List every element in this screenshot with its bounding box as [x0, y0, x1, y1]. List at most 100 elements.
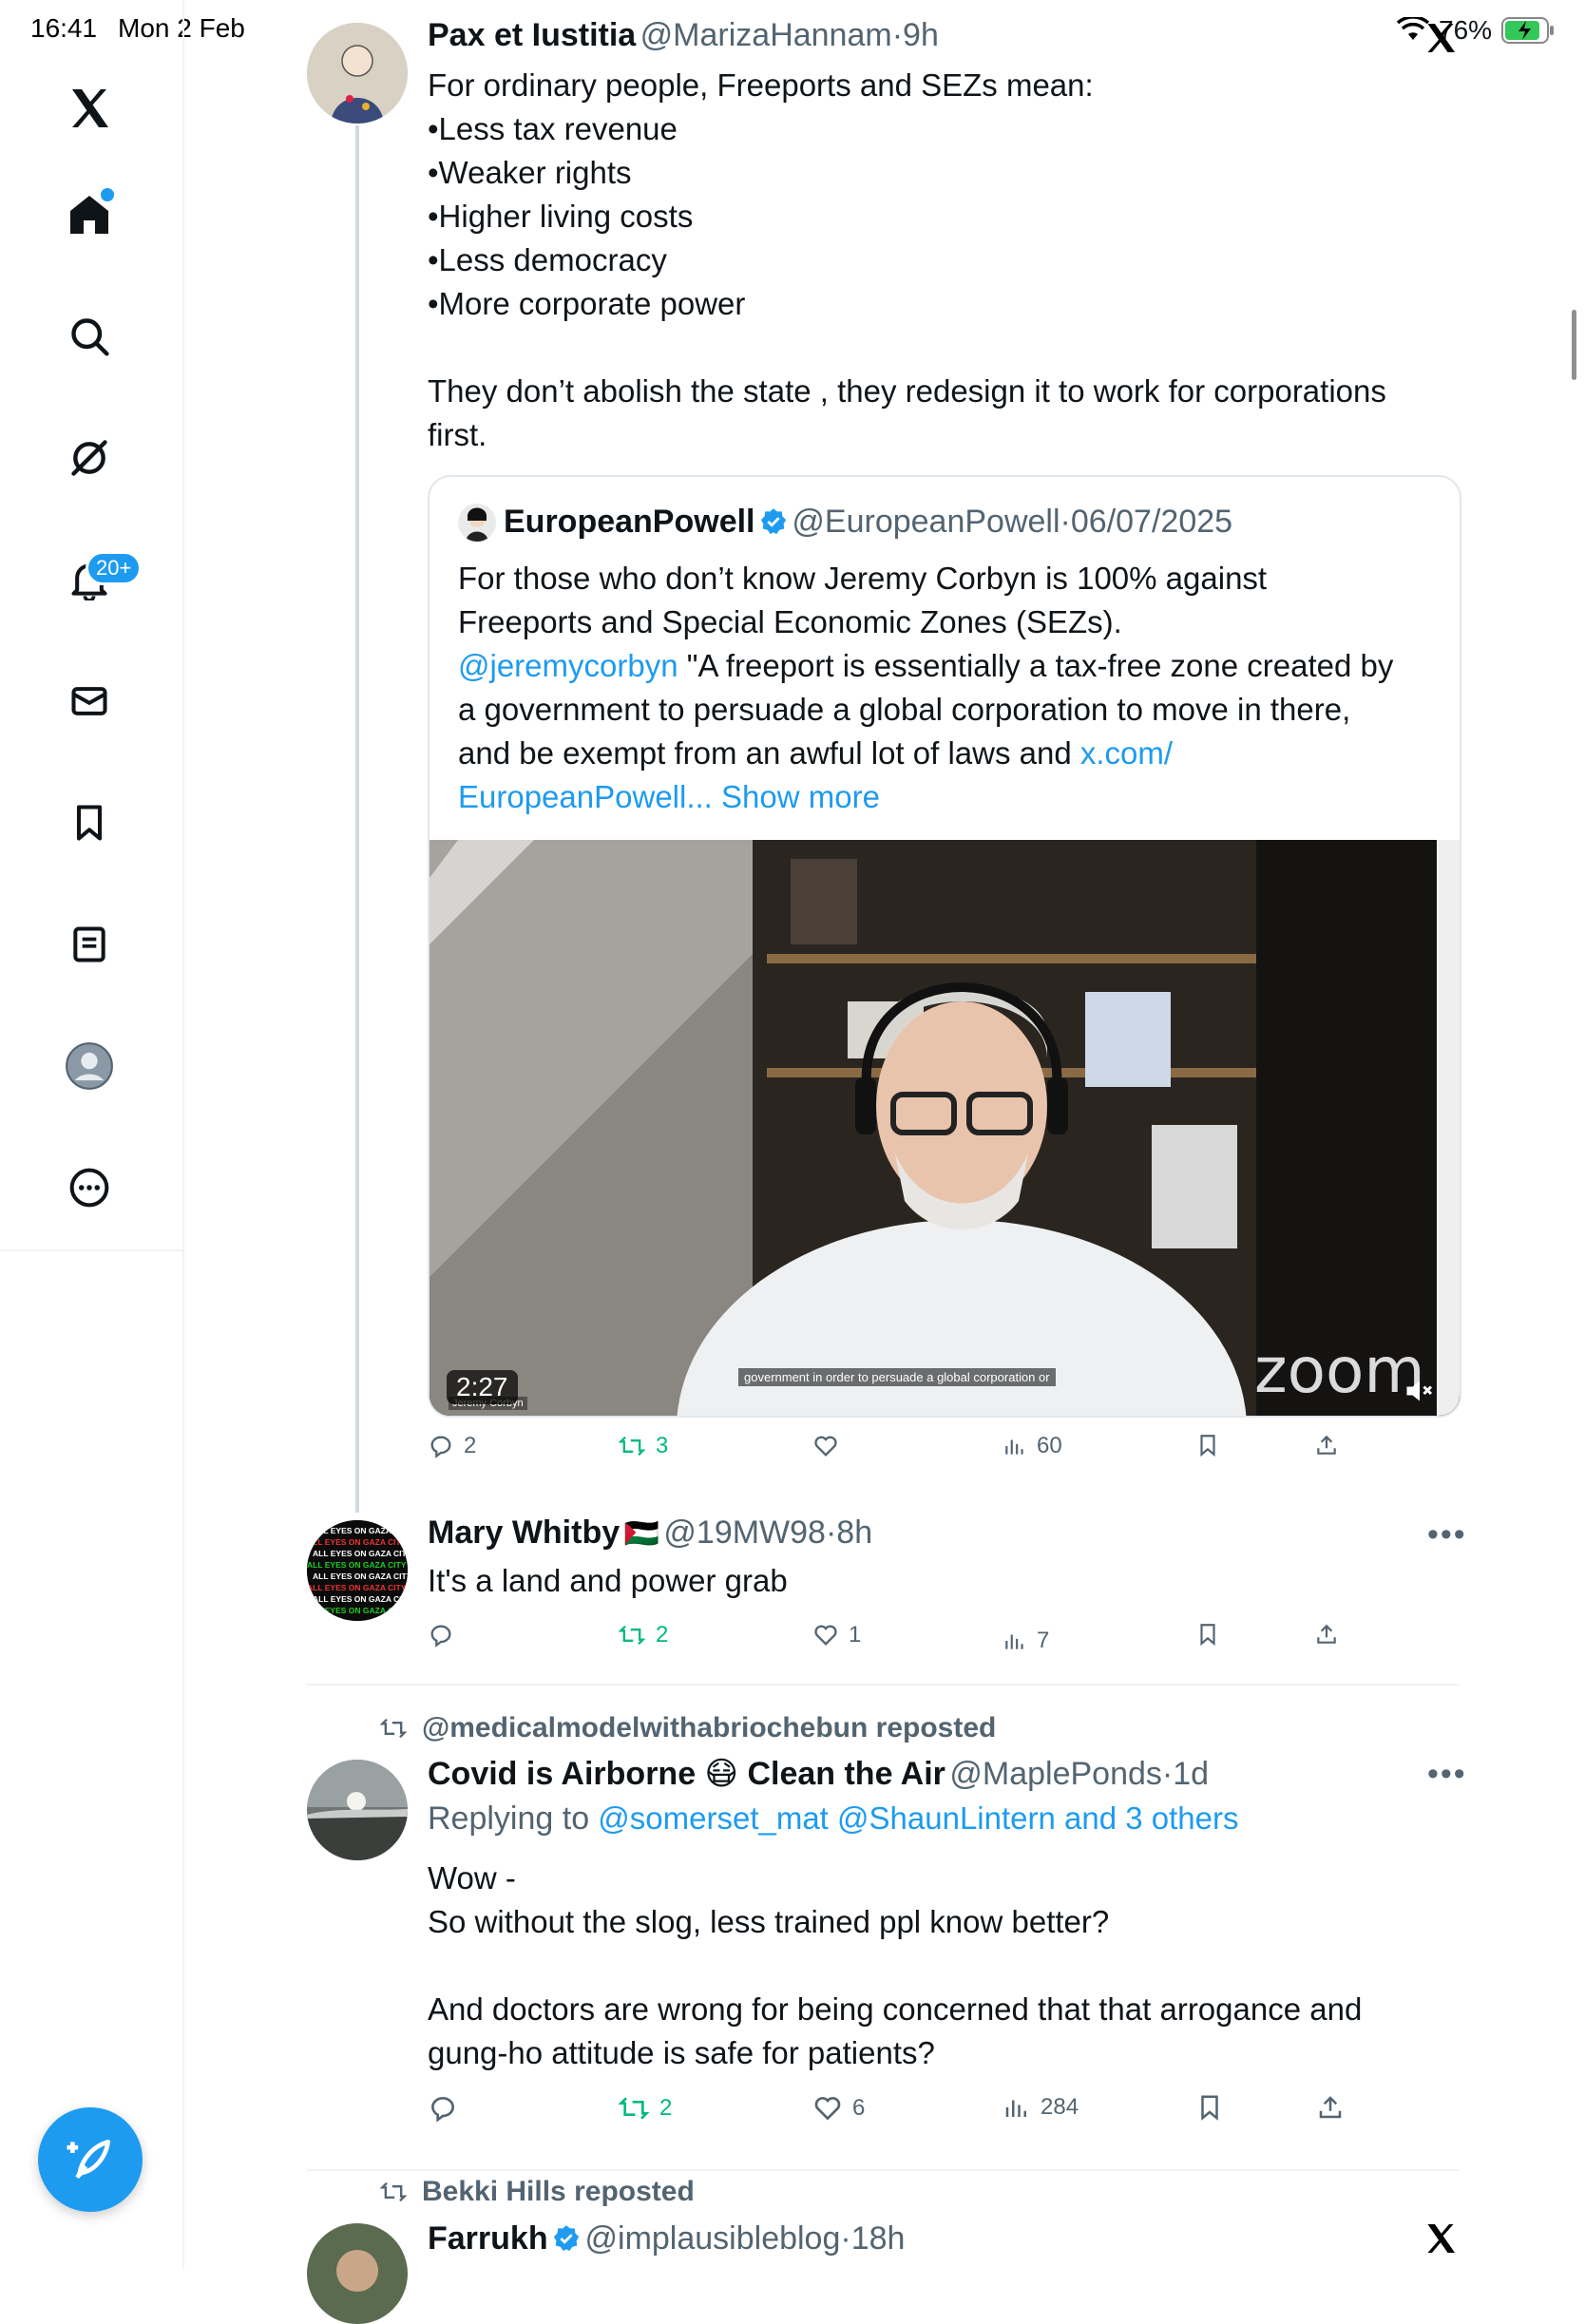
home-icon[interactable] [59, 184, 120, 245]
feather-plus-icon [67, 2140, 110, 2180]
post-time[interactable]: 1d [1173, 1756, 1209, 1792]
bookmark-button[interactable] [1195, 2093, 1224, 2122]
quote-avatar [458, 504, 496, 542]
avatar[interactable] [307, 2223, 408, 2324]
post-actions: 2 6 284 [428, 2093, 1378, 2131]
avatar[interactable] [307, 1760, 408, 1860]
reposted-by-label[interactable]: @medicalmodelwithabriochebun reposted [422, 1712, 996, 1744]
author-handle[interactable]: @implausibleblog [585, 2220, 841, 2257]
repost-button[interactable]: 2 [618, 1622, 668, 1648]
tweet-body: Wow - So without the slog, less trained … [428, 1857, 1463, 2075]
tweet-header: Mary Whitby 🇵🇸 @19MW98·8h [428, 1514, 872, 1552]
author-handle[interactable]: @19MW98 [663, 1514, 826, 1551]
tweet-line: •Weaker rights [428, 155, 632, 190]
author-name[interactable]: Covid is Airborne 😷 Clean the Air [428, 1756, 945, 1792]
share-button[interactable] [1316, 2093, 1345, 2122]
heart-icon [814, 1436, 837, 1457]
bookmark-button[interactable] [1195, 1433, 1220, 1457]
svg-text:ALL EYES ON GAZA CITY: ALL EYES ON GAZA CITY [307, 1537, 407, 1547]
messages-envelope-icon[interactable] [59, 671, 120, 732]
like-button[interactable]: 1 [812, 1622, 861, 1648]
reply-button[interactable] [428, 2093, 468, 2124]
url-link[interactable]: x.com/ [1080, 735, 1173, 771]
tweet-line: •Less tax revenue [428, 111, 678, 146]
post-time[interactable]: 8h [836, 1514, 872, 1551]
like-count: 1 [849, 1622, 862, 1648]
search-icon[interactable] [59, 306, 120, 367]
mention-link[interactable]: @jeremycorbyn [458, 648, 678, 683]
tweet-line: gung-ho attitude is safe for patients? [428, 2035, 935, 2070]
quote-line: For those who don’t know Jeremy Corbyn i… [458, 561, 1268, 596]
post-actions: 2 3 60 [428, 1433, 1378, 1471]
views-button[interactable]: 284 [1003, 2093, 1079, 2122]
post-actions: 2 1 7 [428, 1622, 1378, 1660]
tweet-line: Wow - [428, 1860, 516, 1895]
svg-text:ALL EYES ON GAZA CITY: ALL EYES ON GAZA CITY [313, 1572, 408, 1581]
reposted-by-label[interactable]: Bekki Hills reposted [422, 2176, 695, 2208]
grok-icon[interactable] [59, 428, 120, 488]
like-button[interactable] [812, 1433, 849, 1459]
scrollbar-thumb[interactable] [1572, 310, 1576, 380]
author-handle[interactable]: @MaplePonds [949, 1756, 1162, 1792]
quote-line: a government to persuade a global corpor… [458, 692, 1351, 727]
share-icon [1319, 2096, 1342, 2119]
separator-dot: · [840, 2220, 851, 2257]
post-time[interactable]: 18h [851, 2220, 906, 2257]
quote-body: For those who don’t know Jeremy Corbyn i… [458, 557, 1446, 819]
reply-to-mentions[interactable]: @somerset_mat @ShaunLintern and 3 others [598, 1800, 1238, 1836]
more-menu-icon[interactable]: ••• [1427, 1516, 1467, 1553]
author-name[interactable]: Pax et Iustitia [428, 17, 636, 53]
avatar[interactable] [307, 23, 408, 124]
reply-button[interactable] [428, 1622, 464, 1648]
reply-button[interactable]: 2 [428, 1433, 476, 1459]
post-time[interactable]: 9h [903, 17, 939, 53]
share-button[interactable] [1314, 1433, 1339, 1457]
views-count: 284 [1041, 2094, 1079, 2120]
svg-text:ALL EYES ON GAZA CITY: ALL EYES ON GAZA CITY [307, 1606, 407, 1615]
bookmark-button[interactable] [1195, 1622, 1220, 1647]
svg-text:ALL EYES ON GAZA CITY: ALL EYES ON GAZA CITY [313, 1526, 408, 1535]
verified-badge-icon [553, 2225, 580, 2252]
url-link[interactable]: EuropeanPowell... [458, 779, 713, 814]
heart-icon [814, 2097, 841, 2121]
svg-text:ALL EYES ON GAZA CITY: ALL EYES ON GAZA CITY [313, 1594, 408, 1604]
repost-button[interactable]: 3 [618, 1433, 668, 1459]
lists-icon[interactable] [59, 914, 120, 975]
compose-post-button[interactable] [38, 2107, 143, 2212]
profile-avatar-icon[interactable] [59, 1036, 120, 1096]
reply-count: 2 [464, 1433, 477, 1458]
tweet-line: •Less democracy [428, 242, 667, 277]
author-name[interactable]: Farrukh [428, 2220, 548, 2257]
avatar[interactable]: ALL EYES ON GAZA CITY ALL EYES ON GAZA C… [307, 1520, 408, 1621]
x-logo-icon [1427, 24, 1455, 52]
author-handle[interactable]: @MarizaHannam [640, 17, 892, 53]
like-button[interactable]: 6 [812, 2093, 865, 2124]
mute-icon[interactable] [1403, 1374, 1437, 1408]
views-button[interactable]: 60 [1003, 1433, 1062, 1459]
repost-context: Bekki Hills reposted [378, 2176, 695, 2208]
share-icon [1317, 1435, 1336, 1455]
separator-dot: · [1060, 504, 1071, 540]
repost-count: 2 [656, 1622, 669, 1648]
share-icon [1317, 1624, 1336, 1644]
svg-text:ALL EYES ON GAZA CITY: ALL EYES ON GAZA CITY [313, 1549, 408, 1558]
tweet-header: Farrukh @implausibleblog·18h [428, 2220, 905, 2257]
quoted-post[interactable]: EuropeanPowell @EuropeanPowell·06/07/202… [428, 475, 1461, 1418]
more-menu-icon[interactable]: ••• [1427, 1756, 1467, 1793]
separator-dot: · [1161, 1756, 1174, 1792]
share-button[interactable] [1314, 1622, 1339, 1647]
bookmark-icon[interactable] [59, 792, 120, 853]
more-options-icon[interactable] [59, 1157, 120, 1218]
show-more-link[interactable]: Show more [721, 779, 880, 814]
tweet-line: first. [428, 417, 487, 452]
post-divider [307, 1684, 1460, 1686]
quote-time: 06/07/2025 [1070, 504, 1233, 540]
x-logo-icon[interactable] [59, 78, 120, 139]
video-duration: 2:27 [447, 1370, 518, 1404]
repost-button[interactable]: 2 [618, 2093, 672, 2124]
video-player[interactable]: government in order to persuade a global… [430, 840, 1460, 1416]
views-count: 60 [1037, 1433, 1062, 1458]
notifications-badge: 20+ [86, 551, 143, 585]
author-name[interactable]: Mary Whitby [428, 1514, 620, 1551]
views-button[interactable]: 7 [1003, 1628, 1049, 1654]
